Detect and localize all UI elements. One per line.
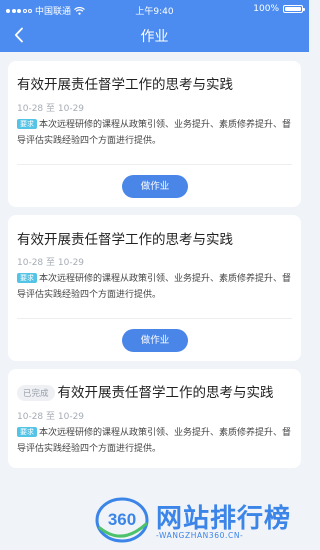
page-title: 作业	[140, 29, 169, 45]
assignment-card: 有效开展责任督学工作的思考与实践 10-28 至 10-29 要求 本次远程研修的…	[8, 215, 301, 361]
completed-badge: 已完成	[17, 385, 55, 401]
battery-icon	[283, 5, 305, 13]
assignment-card-completed: 已完成 有效开展责任督学工作的思考与实践 10-28 至 10-29 要求 本次远程…	[8, 369, 301, 468]
description-text: 本次远程研修的课程从政策引领、业务提升、素质修养提升、督导评估实践经验四个方面进…	[17, 120, 292, 146]
watermark-name: 网站排行榜	[156, 504, 292, 534]
watermark-logo: 360	[95, 497, 149, 543]
nav-bar: 作业	[0, 18, 309, 52]
do-homework-button[interactable]: 做作业	[122, 175, 188, 198]
assignment-title-row: 已完成 有效开展责任督学工作的思考与实践	[17, 381, 274, 401]
assignment-title: 有效开展责任督学工作的思考与实践	[17, 232, 233, 248]
watermark: 360 网站排行榜 -WANGZHAN360.CN-	[94, 494, 308, 550]
description-text: 本次远程研修的课程从政策引领、业务提升、素质修养提升、督导评估实践经验四个方面进…	[17, 274, 292, 300]
assignment-date: 10-28 至 10-29	[17, 258, 85, 268]
do-homework-button[interactable]: 做作业	[122, 329, 188, 352]
description-text: 本次远程研修的课程从政策引领、业务提升、素质修养提升、督导评估实践经验四个方面进…	[17, 428, 292, 454]
watermark-url: -WANGZHAN360.CN-	[156, 531, 244, 540]
assignment-description: 要求 本次远程研修的课程从政策引领、业务提升、素质修养提升、督导评估实践经验四个方…	[17, 118, 291, 149]
svg-text:360: 360	[108, 510, 136, 529]
battery-group: 100%	[253, 4, 305, 14]
battery-percent: 100%	[253, 4, 279, 14]
assignment-title: 有效开展责任督学工作的思考与实践	[17, 77, 233, 93]
card-divider	[17, 318, 292, 319]
card-divider	[17, 164, 292, 165]
assignment-title: 有效开展责任督学工作的思考与实践	[57, 385, 274, 401]
assignment-card: 有效开展责任督学工作的思考与实践 10-28 至 10-29 要求 本次远程研修的…	[8, 61, 301, 207]
assignment-date: 10-28 至 10-29	[17, 412, 85, 422]
assignment-description: 要求 本次远程研修的课程从政策引领、业务提升、素质修养提升、督导评估实践经验四个方…	[17, 426, 291, 457]
assignment-date: 10-28 至 10-29	[17, 104, 85, 114]
requirement-tag: 要求	[17, 273, 37, 283]
requirement-tag: 要求	[17, 427, 37, 437]
assignment-description: 要求 本次远程研修的课程从政策引领、业务提升、素质修养提升、督导评估实践经验四个方…	[17, 272, 291, 303]
requirement-tag: 要求	[17, 119, 37, 129]
status-bar: 中国联通 上午9:40 100%	[0, 0, 309, 18]
